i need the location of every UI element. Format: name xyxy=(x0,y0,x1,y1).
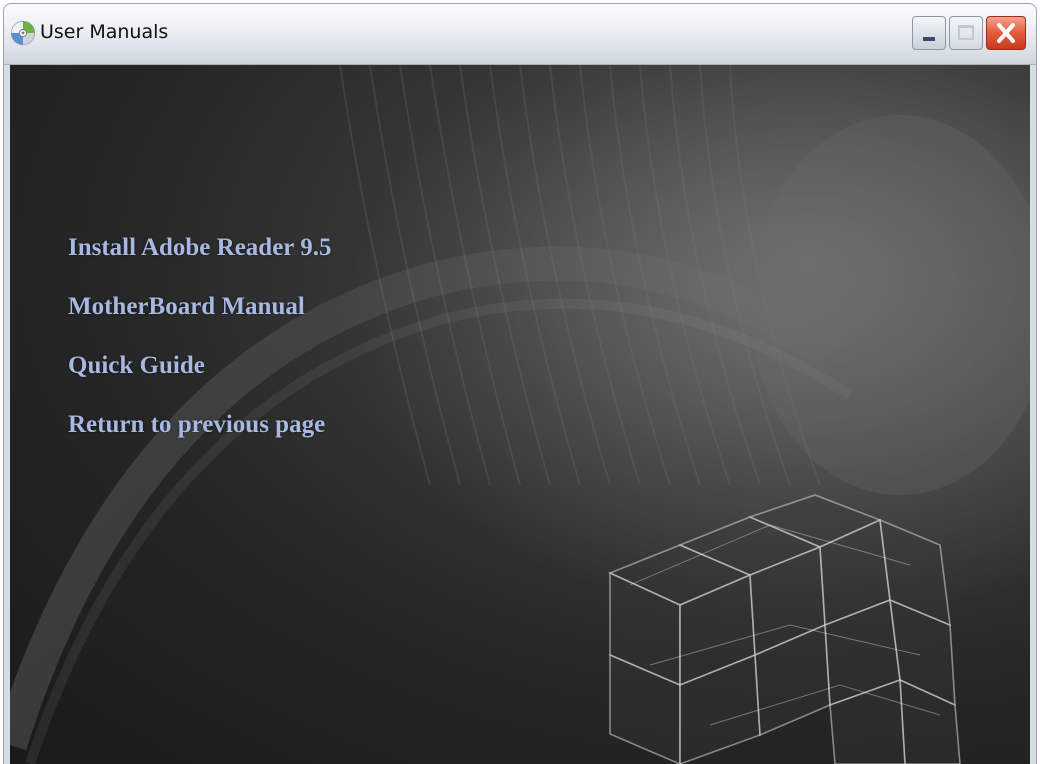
window-title: User Manuals xyxy=(40,21,169,43)
minimize-icon xyxy=(923,37,935,41)
manual-menu: Install Adobe Reader 9.5 MotherBoard Man… xyxy=(68,232,331,468)
main-content: Install Adobe Reader 9.5 MotherBoard Man… xyxy=(10,65,1030,764)
quick-guide-link[interactable]: Quick Guide xyxy=(68,350,331,381)
return-previous-page-link[interactable]: Return to previous page xyxy=(68,409,331,440)
maximize-icon xyxy=(958,25,974,40)
minimize-button[interactable] xyxy=(912,16,946,50)
maximize-button[interactable] xyxy=(949,16,983,50)
cd-disc-icon xyxy=(11,21,35,45)
title-bar[interactable]: User Manuals xyxy=(4,4,1036,65)
motherboard-manual-link[interactable]: MotherBoard Manual xyxy=(68,291,331,322)
app-window: User Manuals Install Adobe Reader 9.5 Mo… xyxy=(4,4,1036,764)
close-button[interactable] xyxy=(986,16,1026,50)
install-adobe-reader-link[interactable]: Install Adobe Reader 9.5 xyxy=(68,232,331,263)
close-icon xyxy=(997,23,1015,43)
